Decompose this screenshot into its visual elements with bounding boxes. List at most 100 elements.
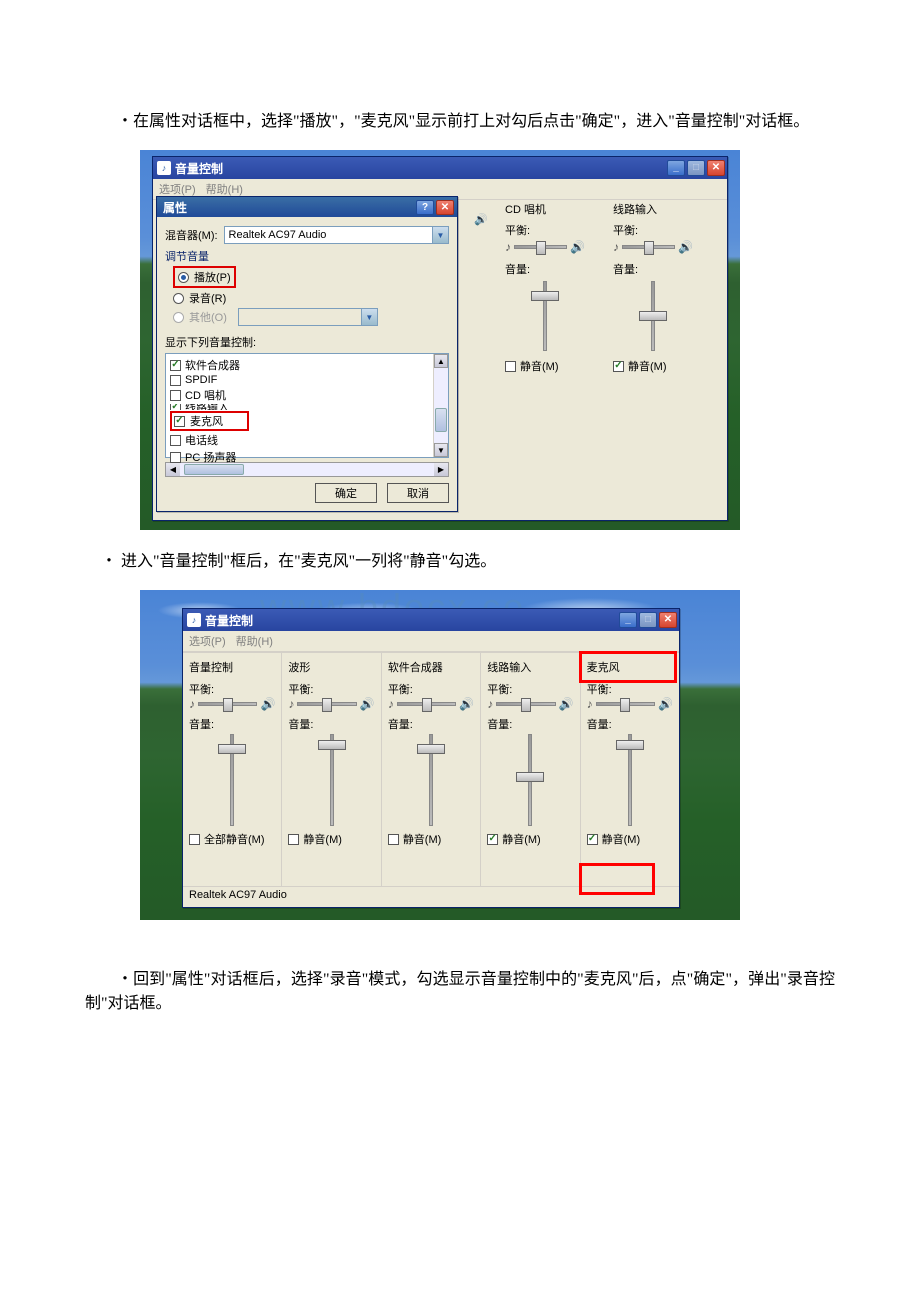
menu-help[interactable]: 帮助(H) (236, 633, 273, 649)
wave-mute[interactable]: 静音(M) (288, 831, 374, 847)
soft-balance-slider[interactable]: ♪🔊 (388, 697, 474, 711)
mixer-combo[interactable]: Realtek AC97 Audio ▼ (224, 226, 449, 244)
checkbox-icon[interactable] (613, 361, 624, 372)
checkbox-icon[interactable] (288, 834, 299, 845)
linein-volume-slider[interactable] (613, 281, 693, 351)
speaker-right-icon: 🔊 (260, 697, 275, 711)
balance-label: 平衡: (613, 222, 693, 238)
titlebar[interactable]: ♪ 音量控制 _ □ ✕ (183, 609, 679, 631)
mic-volume-slider[interactable] (587, 734, 673, 826)
checkbox-icon[interactable] (487, 834, 498, 845)
radio-record[interactable] (173, 293, 184, 304)
radio-playback-label: 播放(P) (194, 269, 231, 285)
item-spdif[interactable]: SPDIF (170, 374, 444, 386)
menubar[interactable]: 选项(P) 帮助(H) (183, 631, 679, 652)
horizontal-scrollbar[interactable]: ◀ ▶ (165, 462, 449, 477)
wave-volume-slider[interactable] (288, 734, 374, 826)
scroll-up-icon[interactable]: ▲ (434, 354, 448, 368)
line-volume-slider[interactable] (487, 734, 573, 826)
col-soft-title: 软件合成器 (388, 659, 474, 675)
checkbox-icon[interactable] (170, 435, 181, 446)
mixer-label: 混音器(M): (165, 227, 218, 243)
checkbox-icon[interactable] (388, 834, 399, 845)
help-button[interactable]: ? (416, 200, 434, 215)
speaker-left-icon: ♪ (189, 697, 195, 711)
checkbox-icon[interactable] (587, 834, 598, 845)
linein-balance-slider[interactable]: ♪ 🔊 (613, 240, 693, 254)
line-mute[interactable]: 静音(M) (487, 831, 573, 847)
volume-label: 音量: (487, 716, 573, 732)
soft-mute[interactable]: 静音(M) (388, 831, 474, 847)
radio-other-row: 其他(O) ▼ (173, 308, 449, 326)
item-softsynth[interactable]: 软件合成器 (170, 357, 444, 373)
checkbox-icon[interactable] (170, 360, 181, 371)
mic-balance-slider[interactable]: ♪🔊 (587, 697, 673, 711)
col-master-title: 音量控制 (189, 659, 275, 675)
master-mute[interactable]: 全部静音(M) (189, 831, 275, 847)
linein-mute[interactable]: 静音(M) (613, 358, 693, 374)
line-balance-slider[interactable]: ♪🔊 (487, 697, 573, 711)
paragraph-2: ・ 进入"音量控制"框后，在"麦克风"一列将"静音"勾选。 (101, 550, 835, 574)
cancel-button[interactable]: 取消 (387, 483, 449, 503)
properties-title: 属性 (163, 199, 187, 216)
speaker-right-icon: 🔊 (559, 697, 574, 711)
close-button[interactable]: ✕ (707, 160, 725, 176)
close-button[interactable]: ✕ (436, 200, 454, 215)
vertical-scrollbar[interactable]: ▲ ▼ (433, 354, 448, 457)
minimize-button[interactable]: _ (667, 160, 685, 176)
checkbox-icon[interactable] (505, 361, 516, 372)
item-mic[interactable]: 麦克风 (170, 411, 444, 431)
list-label: 显示下列音量控制: (165, 334, 449, 350)
playback-highlight: 播放(P) (173, 266, 236, 288)
checkbox-icon[interactable] (170, 404, 181, 410)
cd-mute[interactable]: 静音(M) (505, 358, 585, 374)
wave-balance-slider[interactable]: ♪🔊 (288, 697, 374, 711)
balance-label: 平衡: (189, 681, 275, 697)
col-soft: 软件合成器 平衡: ♪🔊 音量: 静音(M) (382, 653, 481, 886)
item-cd[interactable]: CD 唱机 (170, 387, 444, 403)
mic-mute[interactable]: 静音(M) (587, 831, 673, 847)
speaker-left-icon: ♪ (505, 240, 511, 254)
window-title: 音量控制 (205, 612, 253, 629)
checkbox-icon[interactable] (170, 452, 181, 463)
menu-options[interactable]: 选项(P) (189, 633, 226, 649)
other-combo: ▼ (238, 308, 378, 326)
menu-options[interactable]: 选项(P) (159, 181, 196, 197)
titlebar[interactable]: ♪ 音量控制 _ □ ✕ (153, 157, 727, 179)
cd-balance-slider[interactable]: ♪ 🔊 (505, 240, 585, 254)
checkbox-icon[interactable] (170, 375, 181, 386)
master-balance-slider[interactable]: ♪🔊 (189, 697, 275, 711)
item-phone[interactable]: 电话线 (170, 432, 444, 448)
radio-record-label: 录音(R) (189, 290, 226, 306)
balance-label: 平衡: (487, 681, 573, 697)
balance-label: 平衡: (587, 681, 673, 697)
radio-other-label: 其他(O) (189, 309, 227, 325)
col-line-title: 线路输入 (487, 659, 573, 675)
scroll-down-icon[interactable]: ▼ (434, 443, 448, 457)
radio-record-row[interactable]: 录音(R) (173, 290, 449, 306)
cd-volume-slider[interactable] (505, 281, 585, 351)
master-volume-slider[interactable] (189, 734, 275, 826)
menu-help[interactable]: 帮助(H) (206, 181, 243, 197)
speaker-left-icon: ♪ (388, 697, 394, 711)
volume-controls-listbox[interactable]: 软件合成器 SPDIF CD 唱机 线路输入 麦克风 电话线 PC 扬声器 ▲ (165, 353, 449, 458)
properties-titlebar[interactable]: 属性 ? ✕ (157, 197, 457, 217)
checkbox-icon[interactable] (174, 416, 185, 427)
balance-label: 平衡: (288, 681, 374, 697)
volume-control-window[interactable]: ♪ 音量控制 _ □ ✕ 选项(P) 帮助(H) 音量控制 平衡: ♪🔊 (182, 608, 680, 908)
soft-volume-slider[interactable] (388, 734, 474, 826)
item-linein[interactable]: 线路输入 (170, 404, 444, 410)
checkbox-icon[interactable] (189, 834, 200, 845)
ok-button[interactable]: 确定 (315, 483, 377, 503)
col-mic: 麦克风 平衡: ♪🔊 音量: 静音(M) (581, 653, 679, 886)
speaker-right-icon: 🔊 (658, 697, 673, 711)
properties-dialog[interactable]: 属性 ? ✕ 混音器(M): Realtek AC97 Audio ▼ 调节音量 (156, 196, 458, 512)
screenshot-1: ♪ 音量控制 _ □ ✕ 选项(P) 帮助(H) 🔊 CD 唱机 平衡: (140, 150, 740, 530)
radio-playback[interactable] (178, 272, 189, 283)
checkbox-icon[interactable] (170, 390, 181, 401)
linein-column: 线路输入 平衡: ♪ 🔊 音量: (613, 201, 693, 374)
minimize-button[interactable]: _ (619, 612, 637, 628)
volume-label: 音量: (189, 716, 275, 732)
chevron-down-icon[interactable]: ▼ (432, 227, 448, 243)
close-button[interactable]: ✕ (659, 612, 677, 628)
